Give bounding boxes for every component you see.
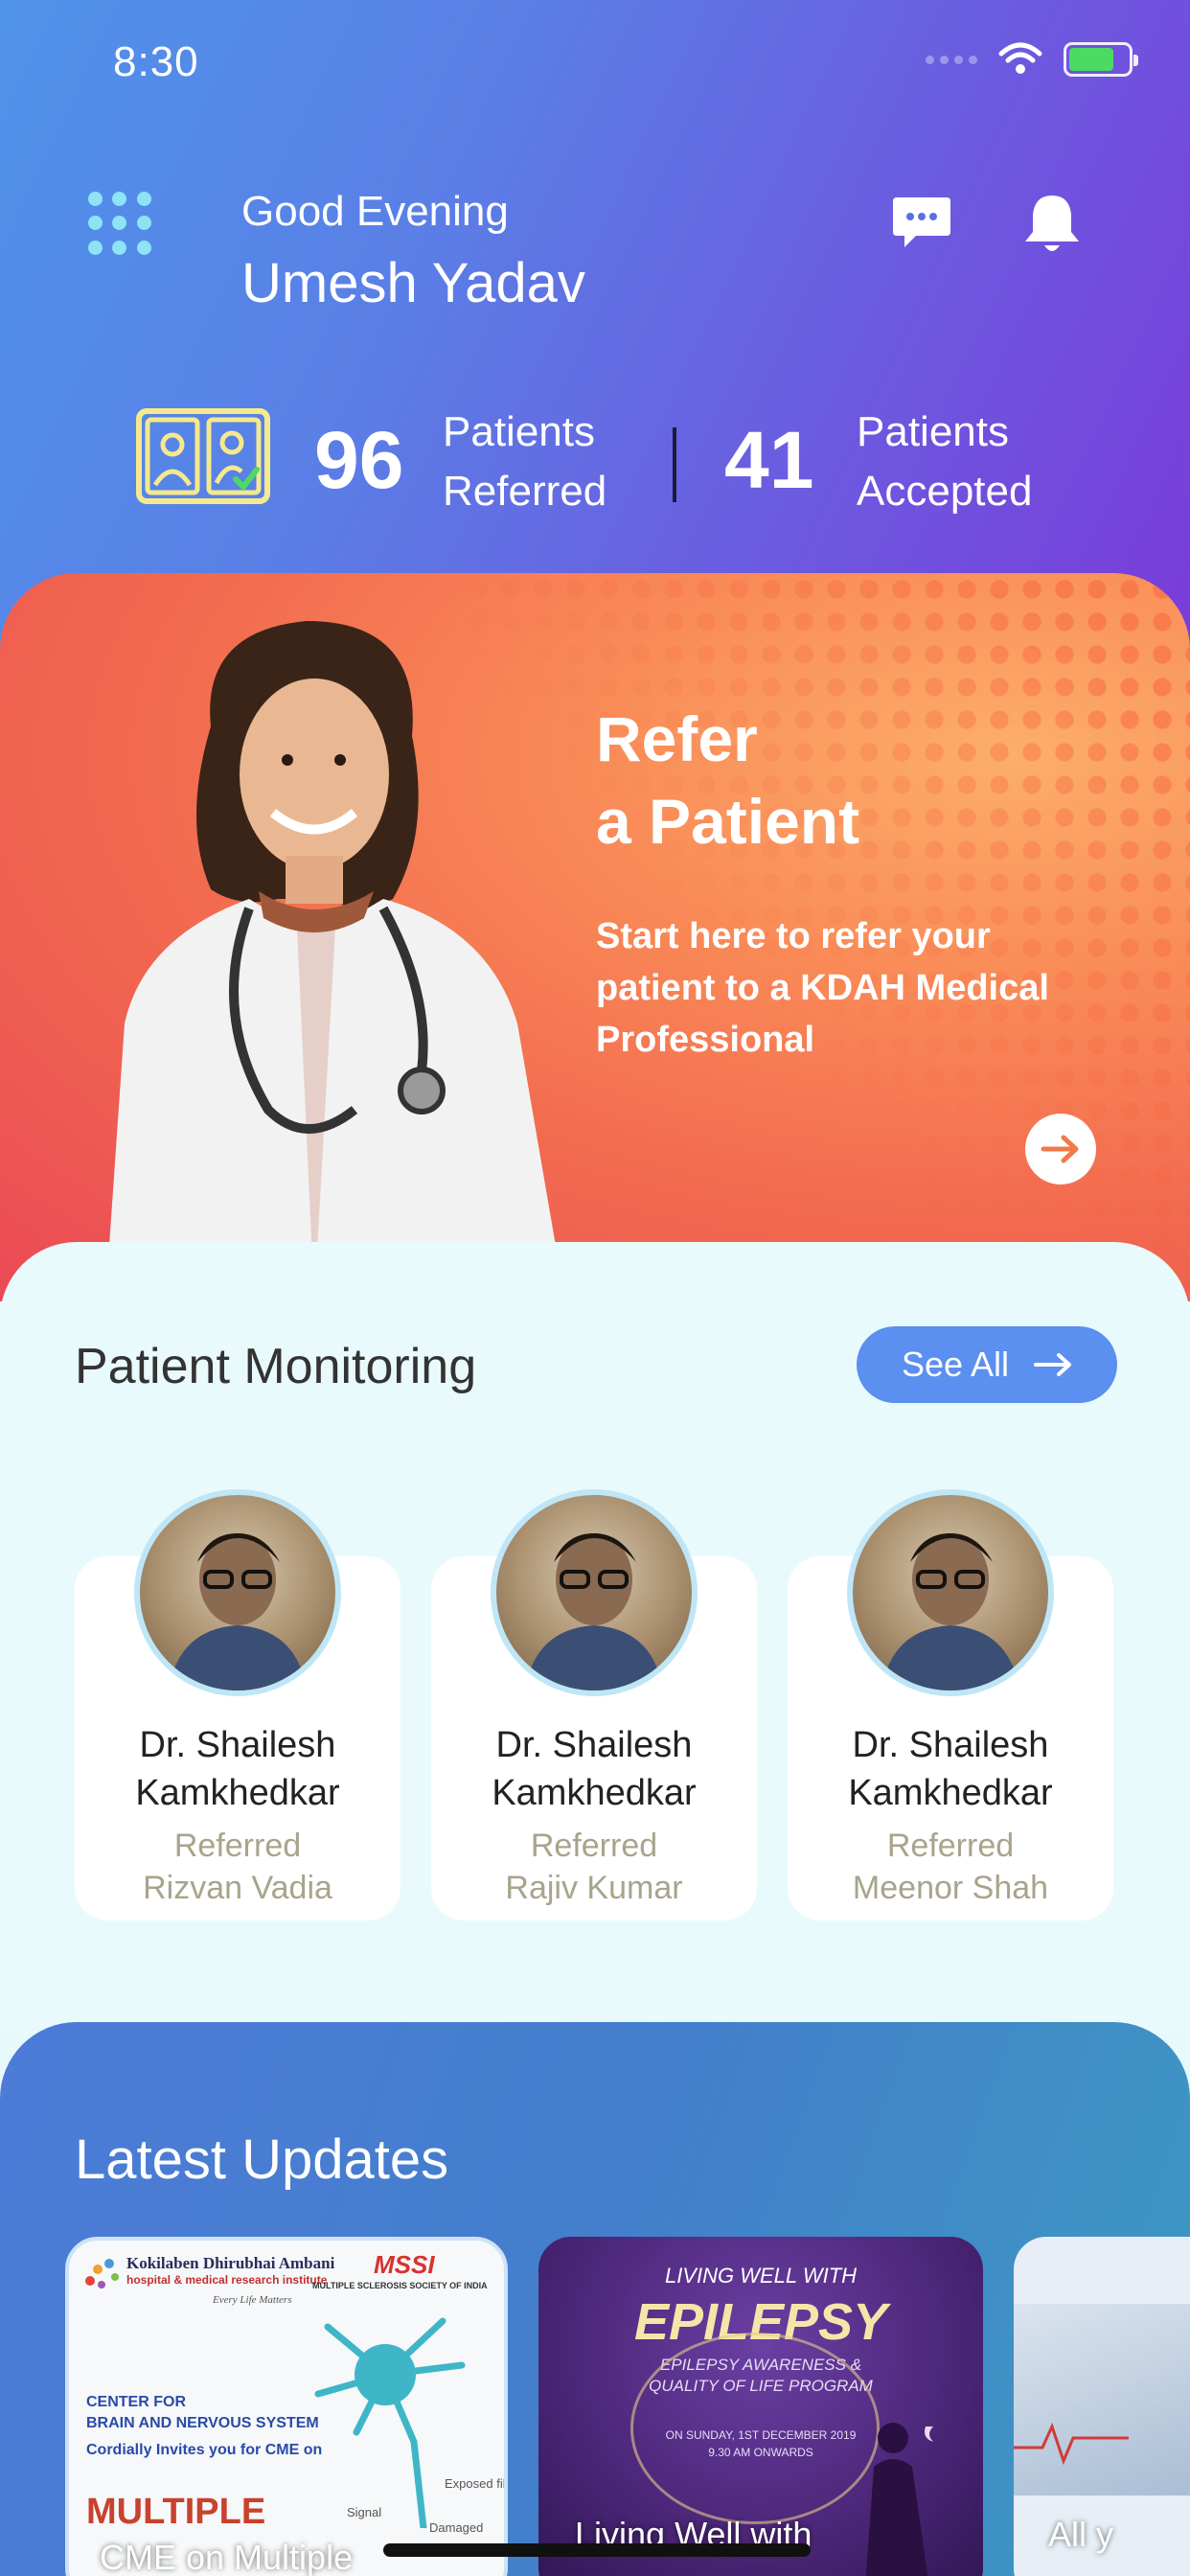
mssi-badge: MSSI: [374, 2250, 435, 2279]
hospital-logo-icon: [85, 2259, 119, 2288]
update-caption: All y: [1048, 2515, 1114, 2554]
update-caption: CME on Multiple: [100, 2538, 354, 2576]
epilepsy-top: LIVING WELL WITH: [664, 2264, 858, 2288]
accepted-label: Patients Accepted: [857, 408, 1033, 515]
hospital-tagline: Every Life Matters: [213, 2294, 292, 2306]
section-title: Latest Updates: [75, 2128, 449, 2191]
update-card-image: [1014, 2304, 1190, 2496]
doctor-name: Dr. Shailesh Kamkhedkar: [135, 1725, 340, 1813]
latest-updates-section: Latest Updates Kokilaben Dhirubhai Amban…: [0, 2022, 1190, 2576]
referred-label: Patients Referred: [443, 408, 607, 515]
center-line-2: BRAIN AND NERVOUS SYSTEM: [86, 2415, 319, 2431]
patient-monitoring-section: Patient Monitoring See All Dr. Shailesh K…: [0, 1242, 1190, 2028]
heartbeat-line-icon: [1014, 2422, 1129, 2466]
update-card[interactable]: LIVING WELL WITH EPILEPSY EPILEPSY AWARE…: [538, 2237, 983, 2576]
monitoring-card[interactable]: Dr. Shailesh Kamkhedkar Referred Rajiv Kum…: [431, 1489, 757, 1920]
mssi-subtitle: MULTIPLE SCLEROSIS SOCIETY OF INDIA: [312, 2281, 488, 2290]
arrow-right-icon: [1041, 1135, 1079, 1163]
refer-patient-banner[interactable]: Refer a Patient Start here to refer your p…: [0, 573, 1190, 1301]
home-indicator[interactable]: [383, 2543, 811, 2557]
referred-patient: Referred Rizvan Vadia: [143, 1828, 332, 1906]
refer-arrow-button[interactable]: [1025, 1114, 1096, 1184]
see-all-button[interactable]: See All: [857, 1326, 1117, 1403]
multiple-headline: MULTIPLE: [86, 2492, 266, 2532]
menu-grid-icon[interactable]: [88, 192, 153, 257]
greeting-text: Good Evening: [241, 188, 509, 235]
stats-divider: [673, 427, 676, 502]
arrow-right-icon: [1034, 1353, 1072, 1376]
header-background: [0, 0, 1190, 671]
bell-icon[interactable]: [1021, 192, 1083, 257]
user-name: Umesh Yadav: [241, 252, 585, 314]
referred-count: 96: [314, 415, 404, 505]
banner-description: Start here to refer your patient to a KDA…: [596, 916, 1049, 1060]
exposed-fiber-label: Exposed fiber: [445, 2476, 504, 2491]
doctor-avatar: [491, 1489, 698, 1696]
signal-icon: [926, 55, 977, 64]
patients-card-icon: [136, 408, 270, 504]
monitoring-card[interactable]: Dr. Shailesh Kamkhedkar Referred Rizvan Va…: [75, 1489, 400, 1920]
hospital-sub: hospital & medical research institute: [126, 2273, 328, 2287]
doctor-illustration: [105, 621, 565, 1301]
doctor-avatar: [134, 1489, 341, 1696]
status-time: 8:30: [113, 38, 199, 85]
neuron-illustration: [314, 2317, 466, 2528]
invite-text: Cordially Invites you for CME on: [86, 2442, 323, 2458]
update-card[interactable]: Kokilaben Dhirubhai Ambani hospital & me…: [65, 2237, 508, 2576]
chat-icon[interactable]: [891, 196, 952, 249]
monitoring-card[interactable]: Dr. Shailesh Kamkhedkar Referred Meenor Sh…: [788, 1489, 1113, 1920]
see-all-label: See All: [901, 1345, 1010, 1384]
damaged-label: Damaged: [429, 2520, 484, 2535]
hospital-name: Kokilaben Dhirubhai Ambani: [126, 2254, 335, 2272]
status-indicators: [926, 42, 1138, 77]
doctor-name: Dr. Shailesh Kamkhedkar: [492, 1725, 697, 1813]
silhouette-illustration: [865, 2423, 933, 2576]
referred-patient: Referred Rajiv Kumar: [505, 1828, 683, 1906]
accepted-count: 41: [724, 415, 814, 505]
signal-label: Signal: [347, 2505, 382, 2519]
wifi-icon: [998, 42, 1042, 74]
referral-stats: 96 Patients Referred 41 Patients Accepted: [136, 402, 1094, 527]
section-title: Patient Monitoring: [75, 1339, 477, 1394]
referred-patient: Referred Meenor Shah: [852, 1828, 1049, 1906]
doctor-avatar: [847, 1489, 1054, 1696]
banner-title: Refer a Patient: [596, 703, 860, 857]
doctor-name: Dr. Shailesh Kamkhedkar: [848, 1725, 1053, 1813]
battery-icon: [1064, 42, 1138, 77]
monitoring-cards: Dr. Shailesh Kamkhedkar Referred Rizvan Va…: [75, 1489, 1115, 1920]
center-line-1: CENTER FOR: [86, 2394, 186, 2410]
update-card[interactable]: All y: [1014, 2237, 1190, 2576]
